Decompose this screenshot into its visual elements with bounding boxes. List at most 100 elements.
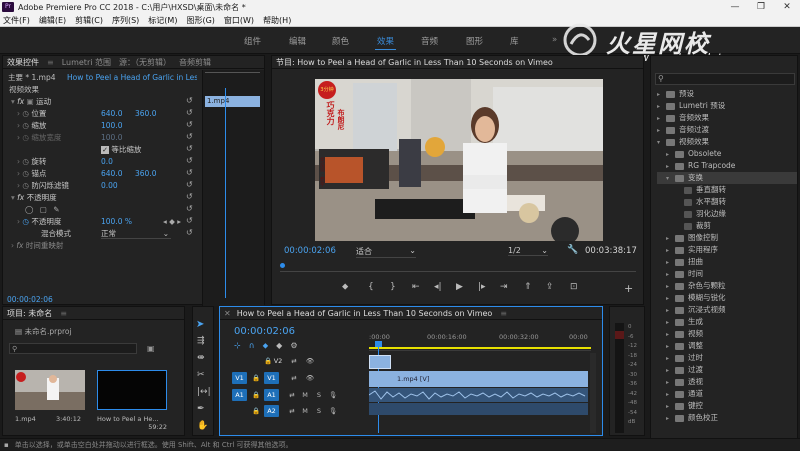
stopwatch-icon[interactable]: ◷ xyxy=(22,109,29,118)
timeline-ruler[interactable]: :00:00 00:00:16:00 00:00:32:00 00:00 xyxy=(369,333,591,351)
timeline-timecode[interactable]: 00:00:02:06 xyxy=(234,326,295,337)
reset-motion-icon[interactable]: ↺ xyxy=(186,95,193,107)
ghost-clip-v2[interactable] xyxy=(369,355,391,369)
microphone-icon[interactable]: 🎙 xyxy=(328,405,338,418)
video-clip-v1[interactable]: 1.mp4 [V] xyxy=(369,371,588,387)
panel-menu-icon[interactable]: ≡ xyxy=(60,309,67,318)
reset-position-icon[interactable]: ↺ xyxy=(186,107,193,119)
tab-lumetri-scopes[interactable]: Lumetri 范围 xyxy=(62,57,111,68)
selection-tool-icon[interactable]: ➤ xyxy=(196,319,204,330)
panel-menu-icon[interactable]: ≡ xyxy=(500,309,507,318)
ellipse-mask-icon[interactable]: ◯ xyxy=(25,205,33,214)
audio-clip-a1[interactable] xyxy=(369,388,588,402)
effect-tree-item[interactable]: ▸ 时间 xyxy=(657,268,797,280)
position-y[interactable]: 360.0 xyxy=(135,108,156,119)
linked-select-icon[interactable]: ∩ xyxy=(249,341,263,350)
chevron-right-icon[interactable]: ▸ xyxy=(666,413,673,425)
effect-tree-item[interactable]: ▸ 透视 xyxy=(657,376,797,388)
program-monitor-title[interactable]: 节目: How to Peel a Head of Garlic in Less… xyxy=(276,57,553,68)
motion-row[interactable]: ▾ fx ▣ 运动 xyxy=(11,96,51,107)
effect-tree-item[interactable]: ▸ Obsolete xyxy=(657,148,797,160)
pen-mask-icon[interactable]: ✎ xyxy=(53,205,59,214)
flicker-value[interactable]: 0.00 xyxy=(101,180,118,191)
minimize-button[interactable]: — xyxy=(722,0,748,14)
effect-tree-item[interactable]: ▾ 视频效果 xyxy=(657,136,797,148)
anchor-y[interactable]: 360.0 xyxy=(135,168,156,179)
resolution-select[interactable]: 1/2 ⌄ xyxy=(508,246,548,256)
wrench-icon[interactable]: ⚙ xyxy=(290,341,305,350)
timeline-scrollbar[interactable] xyxy=(590,353,596,433)
menu-graphics[interactable]: 图形(G) xyxy=(186,15,214,26)
transform-box-icon[interactable]: ▣ xyxy=(27,97,34,106)
tab-effect-controls[interactable]: 效果控件 xyxy=(7,57,39,68)
effect-tree-item[interactable]: ▸ 模糊与锐化 xyxy=(657,292,797,304)
keyframe-nav-icon[interactable]: ◂ ◆ ▸ xyxy=(163,216,181,227)
effect-tree-item[interactable]: ▸ 音频过渡 xyxy=(657,124,797,136)
master-clip-label[interactable]: 主要 * 1.mp4 xyxy=(8,72,56,83)
effect-tree-item[interactable]: ▸ 调整 xyxy=(657,340,797,352)
effect-tree-item[interactable]: ▸ 过时 xyxy=(657,352,797,364)
track-lock-icon[interactable]: 🔒 xyxy=(250,372,262,385)
position-x[interactable]: 640.0 xyxy=(101,108,122,119)
track-lock-icon[interactable]: 🔒 xyxy=(250,389,262,402)
timeline-sequence-title[interactable]: How to Peel a Head of Garlic in Less Tha… xyxy=(237,309,493,318)
mark-out-icon[interactable]: } xyxy=(390,282,396,292)
rotation-value[interactable]: 0.0 xyxy=(101,156,113,167)
effect-tree-item[interactable]: 水平翻转 xyxy=(657,196,797,208)
stopwatch-active-icon[interactable]: ◷ xyxy=(22,217,29,226)
reset-opacity-icon[interactable]: ↺ xyxy=(186,191,193,203)
stopwatch-icon[interactable]: ◷ xyxy=(22,157,29,166)
effect-tree-item[interactable]: ▸ RG Trapcode xyxy=(657,160,797,172)
playhead-handle[interactable] xyxy=(375,341,382,347)
solo-icon[interactable]: S xyxy=(314,389,324,402)
panel-menu-icon[interactable]: ≡ xyxy=(47,58,54,67)
menu-file[interactable]: 文件(F) xyxy=(3,15,30,26)
mute-icon[interactable]: M xyxy=(300,405,310,418)
effect-tree-item[interactable]: ▸ 过渡 xyxy=(657,364,797,376)
effect-controls-timecode[interactable]: 00:00:02:06 xyxy=(7,294,53,305)
track-target-a2[interactable]: A2 xyxy=(264,405,279,417)
effect-tree-item[interactable]: ▸ 沉浸式视频 xyxy=(657,304,797,316)
workspace-assembly[interactable]: 组件 xyxy=(244,35,261,47)
reset-blend-icon[interactable]: ↺ xyxy=(186,227,193,239)
step-back-icon[interactable]: ◂| xyxy=(434,282,442,292)
effect-tree-item[interactable]: ▸ 扭曲 xyxy=(657,256,797,268)
effect-tree-item[interactable]: ▸ 颜色校正 xyxy=(657,412,797,424)
scale-value[interactable]: 100.0 xyxy=(101,120,122,131)
effect-tree-item[interactable]: ▸ 生成 xyxy=(657,316,797,328)
go-to-out-icon[interactable]: ⇥ xyxy=(500,282,508,292)
time-remap-row[interactable]: › fx 时间重映射 xyxy=(11,240,63,251)
stopwatch-icon[interactable]: ◷ xyxy=(22,181,29,190)
ripple-edit-tool-icon[interactable]: ⇼ xyxy=(197,353,205,363)
workspace-overflow-icon[interactable]: » xyxy=(552,35,557,45)
source-patch-a1[interactable]: A1 xyxy=(232,389,247,401)
effect-tree-item[interactable]: ▸ 通道 xyxy=(657,388,797,400)
menu-markers[interactable]: 标记(M) xyxy=(148,15,177,26)
program-playhead[interactable] xyxy=(280,263,285,268)
snap-icon[interactable]: ⊹ xyxy=(234,341,249,350)
mute-icon[interactable]: M xyxy=(300,389,310,402)
timeline-settings-icon[interactable]: ◆ xyxy=(276,341,290,350)
export-frame-icon[interactable]: ⊡ xyxy=(570,282,578,292)
sync-lock-icon[interactable]: ⇄ xyxy=(288,372,300,385)
audio-clip-a2[interactable] xyxy=(369,403,588,415)
tab-source[interactable]: 源：（无剪辑） xyxy=(119,57,171,68)
rect-mask-icon[interactable]: ▢ xyxy=(40,205,47,214)
source-patch-v1[interactable]: V1 xyxy=(232,372,247,384)
sequence-clip-label[interactable]: How to Peel a Head of Garlic in Less ... xyxy=(67,72,197,83)
effect-tree-item[interactable]: ▸ 键控 xyxy=(657,400,797,412)
effect-tree-item[interactable]: ▸ 实用程序 xyxy=(657,244,797,256)
mark-in-icon[interactable]: { xyxy=(368,282,374,292)
add-marker-icon[interactable]: ⬥ xyxy=(263,341,277,350)
opacity-row[interactable]: ▾ fx 不透明度 xyxy=(11,192,57,203)
effects-search-input[interactable]: ⚲ xyxy=(655,73,795,85)
reset-uniform-icon[interactable]: ↺ xyxy=(186,143,193,155)
reset-scale-icon[interactable]: ↺ xyxy=(186,119,193,131)
stopwatch-icon[interactable]: ◷ xyxy=(22,121,29,130)
maximize-button[interactable]: ❐ xyxy=(748,0,774,14)
microphone-icon[interactable]: 🎙 xyxy=(328,389,338,402)
workspace-graphics[interactable]: 图形 xyxy=(466,35,483,47)
sync-lock-icon[interactable]: ⇄ xyxy=(286,405,298,418)
track-target-v1[interactable]: V1 xyxy=(264,372,279,384)
track-lock-icon[interactable]: 🔒 xyxy=(250,405,262,418)
